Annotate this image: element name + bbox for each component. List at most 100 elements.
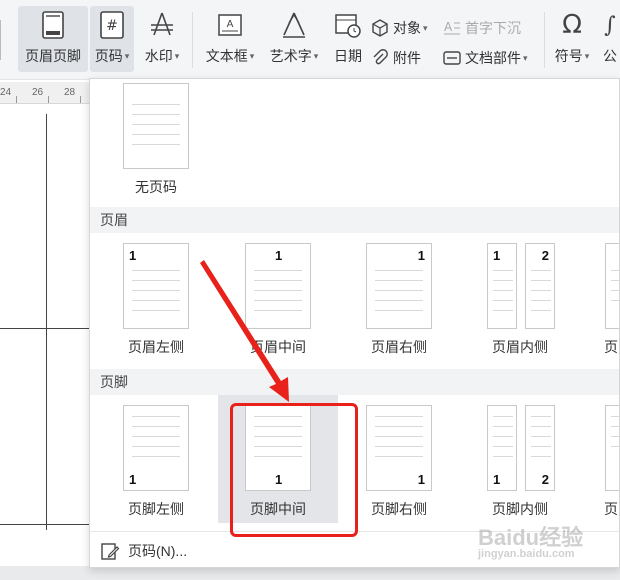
header-footer-label: 页眉页脚 bbox=[25, 48, 81, 64]
line bbox=[132, 290, 180, 291]
no-page-number-option[interactable]: 无页码 bbox=[90, 79, 210, 209]
page-number-icon: # bbox=[97, 10, 127, 40]
line bbox=[375, 416, 423, 417]
formula-icon: ∫ bbox=[604, 12, 616, 38]
ribbon-left-fragment bbox=[0, 20, 8, 60]
line bbox=[132, 456, 180, 457]
footer-left-option[interactable]: 1 页脚左侧 bbox=[90, 395, 210, 525]
wordart-label-wrap: 艺术字 ▾ bbox=[270, 46, 319, 66]
calendar-icon bbox=[333, 10, 363, 40]
attachment-label: 附件 bbox=[393, 50, 421, 66]
symbol-label: 符号 bbox=[554, 48, 583, 64]
header-section-title: 页眉 bbox=[90, 207, 619, 233]
page-number-label: 页码 bbox=[94, 48, 123, 64]
page-number-marker: 1 bbox=[417, 472, 425, 487]
separator bbox=[192, 12, 193, 68]
object-label: 对象 bbox=[393, 20, 421, 36]
ruler-tick bbox=[48, 96, 49, 103]
line bbox=[375, 300, 423, 301]
page-number-settings-label: 页码(N)... bbox=[128, 542, 188, 559]
header-inside-option[interactable]: 1 2 页眉内侧 bbox=[454, 233, 574, 363]
attachment-button[interactable]: 附件 bbox=[370, 46, 421, 70]
wordart-button[interactable]: 艺术字 ▾ bbox=[264, 6, 324, 72]
wordart-label: 艺术字 bbox=[269, 48, 312, 64]
watermark-label-wrap: 水印 ▾ bbox=[145, 46, 180, 66]
footer-outside-option[interactable]: 页 bbox=[576, 395, 619, 525]
watermark-icon bbox=[147, 10, 177, 40]
header-outside-option[interactable]: 页 bbox=[576, 233, 619, 363]
line bbox=[254, 310, 302, 311]
line bbox=[493, 300, 513, 301]
paperclip-icon bbox=[370, 48, 390, 68]
line bbox=[493, 456, 513, 457]
object-button[interactable]: 对象 ▾ bbox=[370, 16, 428, 40]
page-preview-left: 1 bbox=[487, 405, 517, 491]
line bbox=[531, 426, 551, 427]
page-preview-right: 2 bbox=[525, 405, 555, 491]
line bbox=[531, 416, 551, 417]
chevron-down-icon: ▾ bbox=[523, 52, 528, 63]
footer-section-title: 页脚 bbox=[90, 369, 619, 395]
textbox-label: 文本框 bbox=[205, 48, 248, 64]
chevron-down-icon: ▾ bbox=[313, 51, 319, 61]
header-left-option[interactable]: 1 页眉左侧 bbox=[90, 233, 210, 363]
footer-left-label: 页脚左侧 bbox=[128, 501, 184, 517]
header-footer-button[interactable]: 页眉页脚 bbox=[18, 6, 88, 72]
page-number-marker: 1 bbox=[493, 472, 501, 487]
page-preview: 1 bbox=[366, 243, 432, 329]
line bbox=[531, 436, 551, 437]
line bbox=[493, 436, 513, 437]
line bbox=[611, 300, 619, 301]
omega-icon: Ω bbox=[562, 10, 582, 40]
document-canvas[interactable] bbox=[0, 104, 92, 580]
formula-label: 公 bbox=[603, 48, 617, 64]
line bbox=[375, 270, 423, 271]
chevron-down-icon: ▾ bbox=[174, 51, 180, 61]
wordart-icon bbox=[279, 10, 309, 40]
ruler-tick-label: 28 bbox=[64, 87, 76, 98]
textbox-button[interactable]: A 文本框 ▾ bbox=[200, 6, 260, 72]
footer-inside-option[interactable]: 1 2 页脚内侧 bbox=[454, 395, 574, 525]
line bbox=[132, 134, 180, 135]
header-inside-label: 页眉内侧 bbox=[492, 339, 548, 355]
line bbox=[375, 436, 423, 437]
date-button[interactable]: 日期 bbox=[328, 6, 368, 72]
page-preview: 1 bbox=[123, 405, 189, 491]
header-center-option[interactable]: 1 页眉中间 bbox=[212, 233, 332, 363]
table-border bbox=[46, 114, 47, 530]
line bbox=[611, 426, 619, 427]
header-left-label: 页眉左侧 bbox=[128, 339, 184, 355]
line bbox=[531, 310, 551, 311]
page-preview-right: 2 bbox=[525, 243, 555, 329]
page-preview bbox=[605, 243, 619, 329]
line bbox=[375, 456, 423, 457]
symbol-button[interactable]: Ω 符号 ▾ bbox=[550, 6, 594, 72]
ruler-tick-label: 24 bbox=[0, 87, 12, 98]
table-border bbox=[0, 328, 92, 329]
line bbox=[531, 446, 551, 447]
page-number-label-wrap: 页码 ▾ bbox=[95, 46, 130, 66]
line bbox=[531, 290, 551, 291]
ribbon-toolbar: 页眉页脚 # 页码 ▾ 水印 ▾ A 文本框 ▾ 艺术字 ▾ 日期 对象 ▾ 附… bbox=[0, 0, 620, 80]
page-preview bbox=[123, 83, 189, 169]
doc-parts-label: 文档部件 bbox=[465, 50, 521, 66]
line bbox=[611, 446, 619, 447]
watermark-text: Baidu经验 bbox=[478, 525, 584, 550]
line bbox=[531, 280, 551, 281]
dropcap-button[interactable]: A 首字下沉 bbox=[442, 16, 521, 40]
line bbox=[132, 426, 180, 427]
line bbox=[132, 300, 180, 301]
header-right-option[interactable]: 1 页眉右侧 bbox=[333, 233, 453, 363]
doc-parts-icon bbox=[442, 48, 462, 68]
page-number-button[interactable]: # 页码 ▾ bbox=[90, 6, 134, 72]
watermark-button[interactable]: 水印 ▾ bbox=[138, 6, 186, 72]
dropcap-icon: A bbox=[442, 18, 462, 38]
formula-button[interactable]: ∫ 公 bbox=[598, 6, 620, 72]
page-number-marker: 1 bbox=[129, 472, 137, 487]
ruler-tick bbox=[16, 96, 17, 103]
line bbox=[375, 280, 423, 281]
doc-parts-button[interactable]: 文档部件 ▾ bbox=[442, 46, 528, 70]
page-preview: 1 bbox=[245, 243, 311, 329]
line bbox=[611, 436, 619, 437]
watermark-logo: Baidu经验 jingyan.baidu.com bbox=[478, 520, 583, 560]
